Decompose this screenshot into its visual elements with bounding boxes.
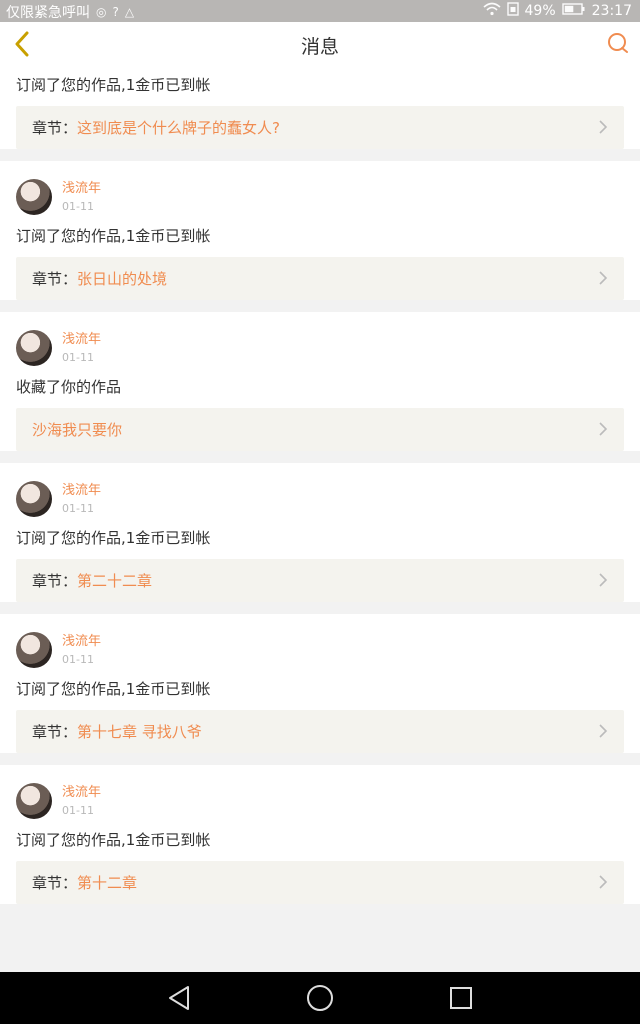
message-date: 01-11 bbox=[62, 350, 94, 364]
message-card: 浅流年 01-11 收藏了你的作品 沙海我只要你 bbox=[0, 312, 640, 451]
avatar[interactable] bbox=[16, 481, 52, 517]
chapter-title: 第二十二章 bbox=[77, 572, 153, 590]
triangle-back-icon bbox=[169, 986, 189, 1010]
avatar[interactable] bbox=[16, 330, 52, 366]
avatar[interactable] bbox=[16, 632, 52, 668]
message-action: 订阅了您的作品,1金币已到帐 bbox=[16, 680, 211, 698]
avatar[interactable] bbox=[16, 783, 52, 819]
nav-home-button[interactable] bbox=[306, 984, 334, 1012]
chapter-label: 章节： bbox=[32, 723, 78, 741]
avatar[interactable] bbox=[16, 179, 52, 215]
chapter-label: 章节： bbox=[32, 572, 78, 590]
chapter-title: 张日山的处境 bbox=[77, 270, 168, 288]
message-date: 01-11 bbox=[62, 501, 94, 515]
work-title: 沙海我只要你 bbox=[32, 421, 123, 439]
message-card: 浅流年 01-11 订阅了您的作品,1金币已到帐 章节： 第二十二章 bbox=[0, 463, 640, 602]
message-date: 01-11 bbox=[62, 803, 94, 817]
nav-back-button[interactable] bbox=[165, 984, 193, 1012]
circle-home-icon bbox=[307, 985, 333, 1011]
chapter-label: 章节： bbox=[32, 270, 78, 288]
username[interactable]: 浅流年 bbox=[62, 483, 101, 499]
carrier-text: 仅限紧急呼叫 bbox=[6, 5, 90, 21]
chapter-link[interactable]: 章节： 第二十二章 bbox=[16, 559, 624, 602]
chevron-right-icon bbox=[599, 120, 608, 134]
chapter-link[interactable]: 章节： 第十七章 寻找八爷 bbox=[16, 710, 624, 753]
message-card: 浅流年 01-11 订阅了您的作品,1金币已到帐 章节： 第十七章 寻找八爷 bbox=[0, 614, 640, 753]
clock: 23:17 bbox=[591, 2, 632, 19]
battery-icon bbox=[561, 2, 586, 19]
sim-icon bbox=[506, 2, 519, 19]
message-card: 浅流年 01-11 订阅了您的作品,1金币已到帐 章节： 张日山的处境 bbox=[0, 161, 640, 300]
search-icon bbox=[608, 33, 628, 53]
chevron-right-icon bbox=[599, 573, 608, 587]
chevron-right-icon bbox=[599, 724, 608, 738]
username[interactable]: 浅流年 bbox=[62, 181, 101, 197]
message-list: 订阅了您的作品,1金币已到帐 章节： 这到底是个什么牌子的蠢女人? 浅流年 01… bbox=[0, 68, 640, 972]
chapter-link[interactable]: 章节： 这到底是个什么牌子的蠢女人? bbox=[16, 106, 624, 149]
square-recents-icon bbox=[450, 987, 472, 1009]
username[interactable]: 浅流年 bbox=[62, 634, 101, 650]
message-action: 收藏了你的作品 bbox=[16, 378, 122, 396]
chevron-right-icon bbox=[599, 422, 608, 436]
question-icon: ? bbox=[112, 5, 119, 19]
message-card: 订阅了您的作品,1金币已到帐 章节： 这到底是个什么牌子的蠢女人? bbox=[0, 68, 640, 149]
status-bar: 仅限紧急呼叫 ◎ ? △ 49% 23:17 bbox=[0, 0, 640, 22]
message-action: 订阅了您的作品,1金币已到帐 bbox=[16, 529, 211, 547]
battery-percent: 49% bbox=[524, 2, 556, 19]
chapter-label: 章节： bbox=[32, 874, 78, 892]
username[interactable]: 浅流年 bbox=[62, 332, 101, 348]
message-action: 订阅了您的作品,1金币已到帐 bbox=[16, 831, 211, 849]
system-nav-bar bbox=[0, 972, 640, 1024]
notification-icon: △ bbox=[124, 5, 135, 19]
message-date: 01-11 bbox=[62, 652, 94, 666]
nav-recents-button[interactable] bbox=[447, 984, 475, 1012]
page-title: 消息 bbox=[300, 36, 339, 58]
chapter-title: 这到底是个什么牌子的蠢女人? bbox=[77, 119, 280, 137]
chapter-link[interactable]: 章节： 第十二章 bbox=[16, 861, 624, 904]
chapter-title: 第十七章 寻找八爷 bbox=[77, 723, 202, 741]
work-link[interactable]: 沙海我只要你 bbox=[16, 408, 624, 451]
search-button[interactable] bbox=[606, 31, 630, 55]
chapter-title: 第十二章 bbox=[77, 874, 138, 892]
nfc-icon: ◎ bbox=[96, 5, 107, 19]
message-action: 订阅了您的作品,1金币已到帐 bbox=[16, 227, 211, 245]
message-date: 01-11 bbox=[62, 199, 94, 213]
chapter-label: 章节： bbox=[32, 119, 78, 137]
message-action: 订阅了您的作品,1金币已到帐 bbox=[16, 76, 211, 94]
chevron-right-icon bbox=[599, 875, 608, 889]
message-card: 浅流年 01-11 订阅了您的作品,1金币已到帐 章节： 第十二章 bbox=[0, 765, 640, 904]
chapter-link[interactable]: 章节： 张日山的处境 bbox=[16, 257, 624, 300]
top-bar: 消息 bbox=[0, 22, 640, 69]
wifi-icon bbox=[482, 2, 501, 19]
chevron-right-icon bbox=[599, 271, 608, 285]
username[interactable]: 浅流年 bbox=[62, 785, 101, 801]
